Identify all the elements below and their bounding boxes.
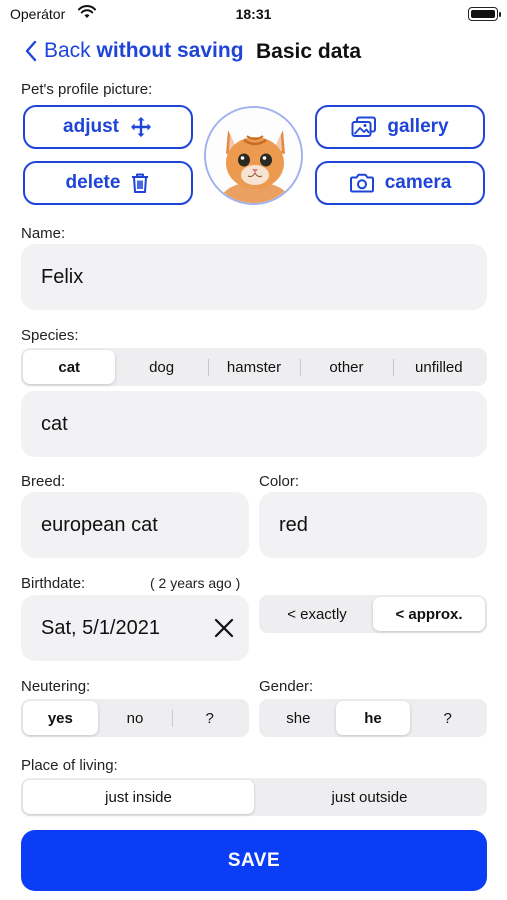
- gender-label: Gender:: [259, 678, 314, 695]
- species-option-cat[interactable]: cat: [23, 350, 116, 384]
- breed-field[interactable]: european cat: [21, 492, 249, 558]
- camera-icon: [349, 173, 374, 193]
- gallery-button[interactable]: gallery: [315, 105, 485, 149]
- birthdate-precision-control[interactable]: < exactly < approx.: [259, 595, 487, 633]
- birthdate-label: Birthdate:: [21, 575, 86, 592]
- color-field[interactable]: red: [259, 492, 487, 558]
- species-option-hamster[interactable]: hamster: [207, 350, 300, 384]
- name-label: Name:: [21, 225, 66, 242]
- name-value: Felix: [41, 265, 84, 288]
- color-value: red: [279, 513, 308, 536]
- gender-option-she[interactable]: she: [261, 701, 336, 735]
- name-field[interactable]: Felix: [21, 244, 487, 310]
- status-bar: Operátor 18:31: [0, 0, 507, 30]
- age-hint: ( 2 years ago ): [150, 575, 241, 591]
- breed-label: Breed:: [21, 473, 66, 490]
- gender-option-unknown[interactable]: ?: [410, 701, 485, 735]
- back-button-label: Back without saving: [44, 39, 244, 63]
- species-option-other[interactable]: other: [300, 350, 392, 384]
- camera-label: camera: [384, 172, 452, 193]
- gallery-label: gallery: [387, 116, 449, 137]
- neutering-segmented-control[interactable]: yes no ?: [21, 699, 249, 737]
- delete-button[interactable]: delete: [23, 161, 193, 205]
- neutering-option-no[interactable]: no: [98, 701, 173, 735]
- adjust-label: adjust: [63, 116, 119, 137]
- color-label: Color:: [259, 473, 300, 490]
- species-option-unfilled[interactable]: unfilled: [392, 350, 485, 384]
- precision-option-approx[interactable]: < approx.: [373, 597, 485, 631]
- species-segmented-control[interactable]: cat dog hamster other unfilled: [21, 348, 487, 386]
- delete-label: delete: [65, 172, 121, 193]
- neutering-label: Neutering:: [21, 678, 91, 695]
- breed-value: european cat: [41, 513, 158, 536]
- chevron-left-icon: [25, 40, 37, 62]
- pet-avatar[interactable]: [204, 106, 303, 205]
- neutering-option-unknown[interactable]: ?: [172, 701, 247, 735]
- move-arrows-icon: [130, 117, 151, 137]
- place-of-living-label: Place of living:: [21, 757, 118, 774]
- birthdate-value: Sat, 5/1/2021: [41, 616, 160, 639]
- species-value: cat: [41, 412, 68, 435]
- place-option-just-outside[interactable]: just outside: [254, 780, 485, 814]
- neutering-option-yes[interactable]: yes: [23, 701, 98, 735]
- clear-icon[interactable]: [213, 617, 235, 639]
- gallery-icon: [351, 116, 377, 137]
- back-suffix: without saving: [96, 39, 244, 62]
- precision-option-exactly[interactable]: < exactly: [261, 597, 373, 631]
- kitten-photo: [206, 108, 301, 203]
- back-without-saving-button[interactable]: Back without saving: [24, 39, 244, 63]
- status-time: 18:31: [235, 6, 272, 22]
- birthdate-field[interactable]: Sat, 5/1/2021: [21, 595, 249, 661]
- species-field[interactable]: cat: [21, 391, 487, 457]
- place-option-just-inside[interactable]: just inside: [23, 780, 254, 814]
- battery-icon: [468, 7, 501, 21]
- species-option-dog[interactable]: dog: [115, 350, 207, 384]
- navigation-bar: Back without saving Basic data: [0, 36, 507, 70]
- species-label: Species:: [21, 327, 79, 344]
- place-of-living-segmented-control[interactable]: just inside just outside: [21, 778, 487, 816]
- page-title: Basic data: [256, 40, 362, 63]
- profile-picture-label: Pet's profile picture:: [21, 81, 153, 98]
- adjust-button[interactable]: adjust: [23, 105, 193, 149]
- gender-segmented-control[interactable]: she he ?: [259, 699, 487, 737]
- camera-button[interactable]: camera: [315, 161, 485, 205]
- save-button[interactable]: SAVE: [21, 830, 487, 891]
- gender-option-he[interactable]: he: [335, 701, 411, 735]
- trash-icon: [132, 173, 149, 193]
- back-prefix: Back: [44, 39, 91, 62]
